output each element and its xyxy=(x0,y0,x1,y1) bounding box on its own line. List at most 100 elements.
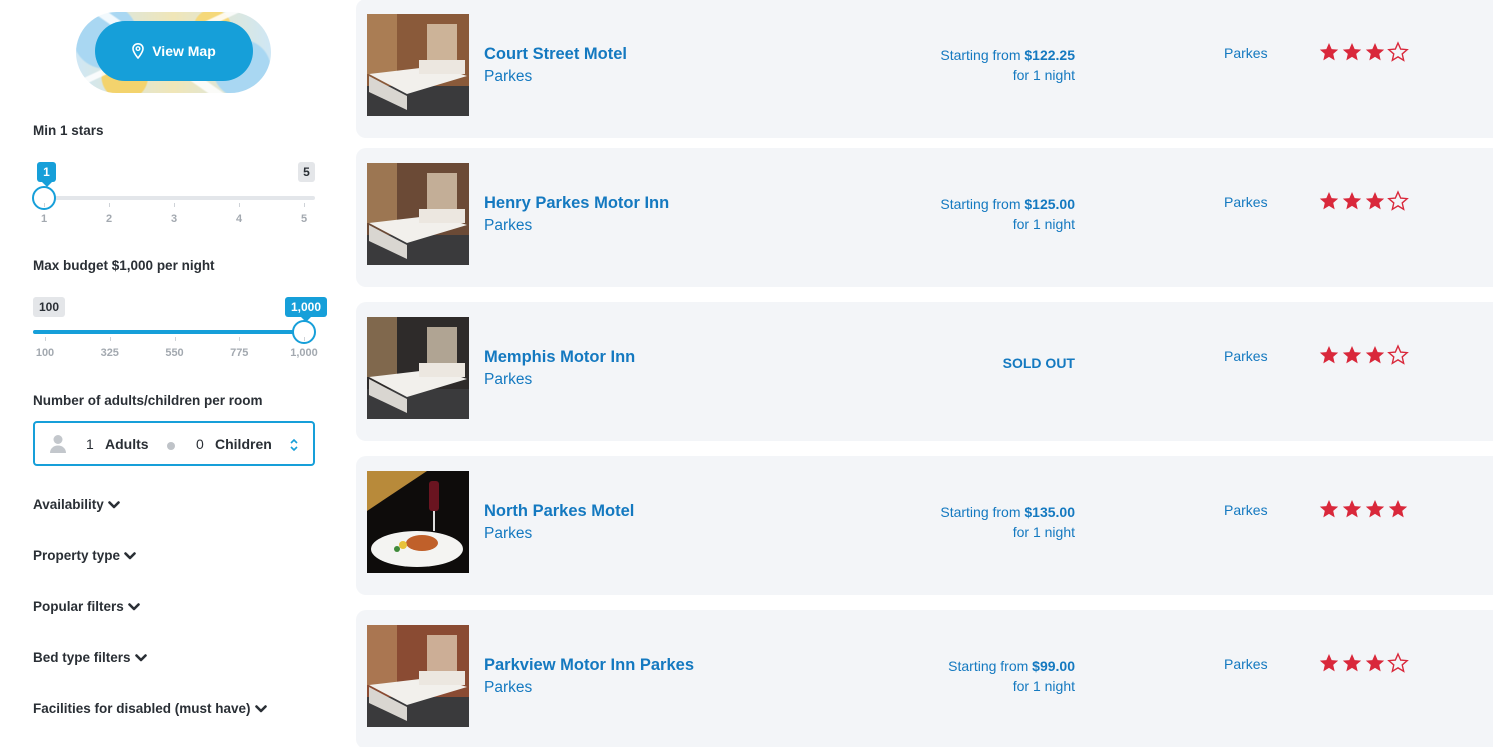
hotel-location: Parkes xyxy=(1224,348,1268,364)
price-prefix: Starting from xyxy=(940,47,1025,63)
hotel-result-card[interactable]: North Parkes Motel Parkes Starting from $1… xyxy=(356,456,1493,595)
filter-toggle-facilities-for-disabled-must-have[interactable]: Facilities for disabled (must have) xyxy=(33,701,267,716)
star-filled-icon xyxy=(1365,43,1385,61)
star-outline-icon xyxy=(1387,652,1409,673)
view-map-label: View Map xyxy=(152,43,216,59)
max-budget-label-prefix: Max budget xyxy=(33,258,112,273)
star-filled-icon xyxy=(1319,346,1339,364)
max-budget-label-suffix: per night xyxy=(153,258,215,273)
hotel-name-link[interactable]: North Parkes Motel xyxy=(484,502,634,521)
separator-dot-icon xyxy=(167,442,175,450)
chevron-down-icon xyxy=(254,704,267,712)
hotel-result-card[interactable]: Parkview Motor Inn Parkes Parkes Starting … xyxy=(356,610,1493,747)
hotel-result-card[interactable]: Memphis Motor Inn Parkes SOLD OUT Parkes xyxy=(356,302,1493,441)
star-filled-icon xyxy=(1319,654,1339,672)
max-budget-amount: $1,000 xyxy=(111,258,154,273)
price-block: Starting from $122.25 for 1 night xyxy=(940,45,1075,85)
budget-value-badge: 1,000 xyxy=(285,297,328,322)
hotel-photo[interactable] xyxy=(367,317,469,419)
price-prefix: Starting from xyxy=(940,196,1025,212)
star-filled-icon xyxy=(1319,500,1339,518)
price-block: Starting from $135.00 for 1 night xyxy=(940,502,1075,542)
max-budget-label: Max budget $1,000 per night xyxy=(33,258,215,273)
hotel-city: Parkes xyxy=(484,679,533,696)
tick-label: 325 xyxy=(100,347,119,359)
star-filled-icon xyxy=(1365,654,1385,672)
star-filled-icon xyxy=(1365,346,1385,364)
guests-label: Number of adults/children per room xyxy=(33,393,263,408)
price-nights: for 1 night xyxy=(1012,216,1075,232)
hotel-photo[interactable] xyxy=(367,14,469,116)
hotel-name-link[interactable]: Parkview Motor Inn Parkes xyxy=(484,656,694,675)
tick-mark xyxy=(304,337,305,341)
tick-mark xyxy=(239,337,241,341)
tick-mark xyxy=(45,337,46,341)
tick-label: 5 xyxy=(300,213,308,225)
price-nights: for 1 night xyxy=(1012,67,1075,83)
hotel-photo[interactable] xyxy=(367,625,469,727)
filter-toggle-label: Popular filters xyxy=(33,599,124,614)
filter-toggle-label: Property type xyxy=(33,548,121,563)
star-outline-icon xyxy=(1387,344,1409,365)
star-filled-icon xyxy=(1319,192,1339,210)
filter-toggle-label: Availability xyxy=(33,497,104,512)
price-nights: for 1 night xyxy=(1012,524,1075,540)
star-filled-icon xyxy=(1342,346,1362,364)
hotel-location: Parkes xyxy=(1224,194,1268,210)
guests-selector[interactable]: 1 Adults 0 Children xyxy=(33,421,315,466)
tick-label: 550 xyxy=(165,347,184,359)
adults-label: Adults xyxy=(105,435,149,452)
person-icon xyxy=(50,435,66,453)
star-rating xyxy=(1318,41,1409,63)
tick-mark xyxy=(304,203,305,207)
min-stars-max-badge: 5 xyxy=(298,162,315,182)
star-rating xyxy=(1318,498,1409,520)
hotel-name-link[interactable]: Henry Parkes Motor Inn xyxy=(484,194,669,213)
children-count: 0 xyxy=(196,435,204,452)
hotel-name-link[interactable]: Memphis Motor Inn xyxy=(484,348,635,367)
price-amount: $135.00 xyxy=(1024,504,1075,520)
hotel-photo[interactable] xyxy=(367,471,469,573)
price-nights: for 1 night xyxy=(1012,678,1075,694)
price-block: Starting from $125.00 for 1 night xyxy=(940,194,1075,234)
tick-label: 100 xyxy=(35,347,55,359)
sold-out-status: SOLD OUT xyxy=(1002,355,1075,371)
tick-mark xyxy=(174,337,176,341)
price-prefix: Starting from xyxy=(940,504,1025,520)
star-filled-icon xyxy=(1342,654,1362,672)
chevron-down-icon xyxy=(107,500,120,508)
hotel-photo[interactable] xyxy=(367,163,469,265)
star-filled-icon xyxy=(1388,500,1408,518)
tick-mark xyxy=(109,337,111,341)
filter-toggle-property-type[interactable]: Property type xyxy=(33,548,136,563)
hotel-city: Parkes xyxy=(484,525,533,542)
min-stars-label: Min 1 stars xyxy=(33,123,104,138)
tick-mark xyxy=(239,203,240,207)
filter-toggle-bed-type-filters[interactable]: Bed type filters xyxy=(33,650,147,665)
star-filled-icon xyxy=(1342,43,1362,61)
star-filled-icon xyxy=(1365,192,1385,210)
price-amount: $125.00 xyxy=(1024,196,1075,212)
hotel-result-card[interactable]: Court Street Motel Parkes Starting from $1… xyxy=(356,0,1493,138)
chevron-down-icon xyxy=(124,551,136,559)
filter-toggle-popular-filters[interactable]: Popular filters xyxy=(33,599,140,614)
tick-label: 775 xyxy=(230,347,249,359)
tick-mark xyxy=(109,203,110,207)
star-rating xyxy=(1318,190,1409,212)
price-amount: $99.00 xyxy=(1032,658,1075,674)
hotel-result-card[interactable]: Henry Parkes Motor Inn Parkes Starting fro… xyxy=(356,148,1493,287)
budget-min-badge: 100 xyxy=(33,297,66,317)
filter-toggle-label: Bed type filters xyxy=(33,650,131,665)
hotel-name-link[interactable]: Court Street Motel xyxy=(484,45,627,64)
price-amount: $122.25 xyxy=(1024,47,1075,63)
min-stars-slider-track[interactable] xyxy=(44,196,315,200)
min-stars-value-badge: 1 xyxy=(37,162,56,187)
view-map-button[interactable]: View Map xyxy=(95,21,253,81)
budget-slider-fill xyxy=(33,330,304,334)
price-prefix: Starting from xyxy=(948,658,1033,674)
map-pin-icon xyxy=(132,43,145,59)
up-down-chevron-icon xyxy=(290,438,298,452)
star-rating xyxy=(1318,344,1409,366)
filter-toggle-availability[interactable]: Availability xyxy=(33,497,120,512)
tick-mark xyxy=(174,203,175,207)
